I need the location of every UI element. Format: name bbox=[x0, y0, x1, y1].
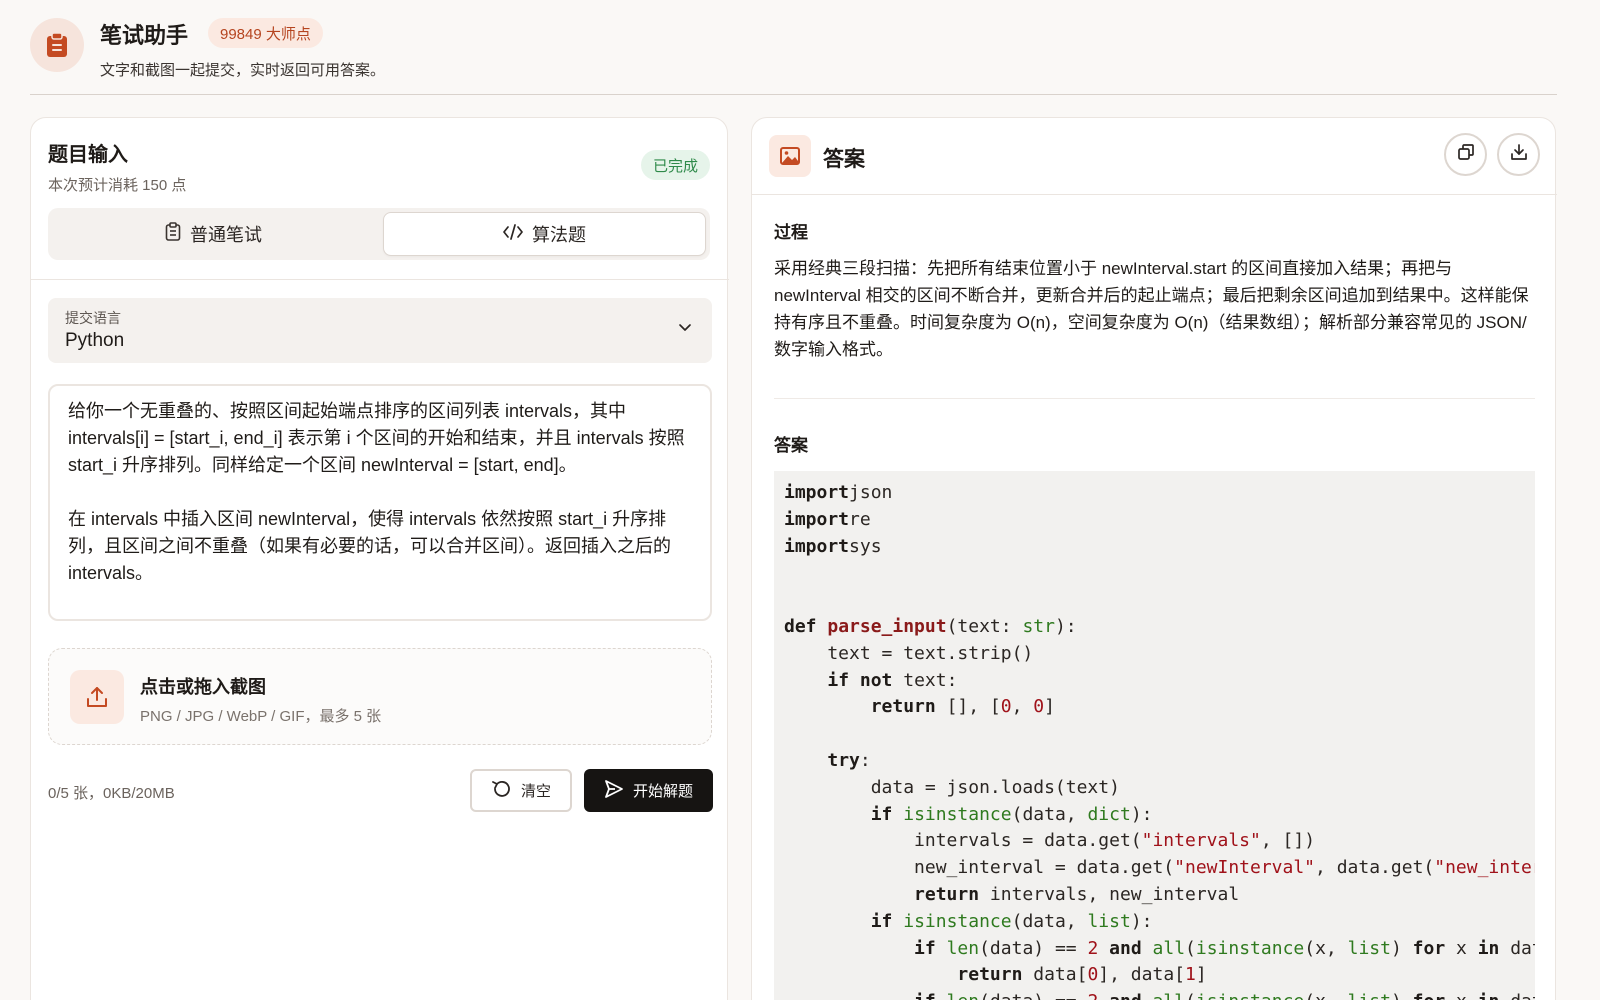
answer-panel: 答案 过程 采用经典三段扫描：先把所有结束位置小于 newInterval.st… bbox=[751, 117, 1557, 1000]
clear-button[interactable]: 清空 bbox=[470, 769, 572, 812]
question-textarea[interactable]: 给你一个无重叠的、按照区间起始端点排序的区间列表 intervals，其中 in… bbox=[48, 384, 712, 621]
code-line: return data[0], data[1] bbox=[957, 964, 1207, 986]
code-line: if not text: bbox=[827, 669, 958, 691]
start-solve-button[interactable]: 开始解题 bbox=[584, 769, 713, 812]
cost-estimate: 本次预计消耗 150 点 bbox=[48, 177, 187, 194]
code-line: def parse_input(text: str): bbox=[784, 615, 1077, 637]
clear-button-label: 清空 bbox=[520, 783, 551, 800]
tab-algorithm[interactable]: 算法题 bbox=[383, 212, 706, 256]
question-input-panel: 题目输入 本次预计消耗 150 点 已完成 普通笔试 算法题 提交语言 Pyth… bbox=[30, 117, 729, 1000]
tab-divider bbox=[31, 279, 729, 280]
language-select[interactable]: 提交语言 Python bbox=[48, 298, 712, 363]
download-button[interactable] bbox=[1497, 133, 1540, 176]
copy-button[interactable] bbox=[1444, 133, 1487, 176]
code-line: intervals = data.get("intervals", []) bbox=[784, 830, 1316, 852]
tab-written-test[interactable]: 普通笔试 bbox=[52, 212, 375, 256]
panel-title: 题目输入 bbox=[48, 144, 128, 166]
code-line: data = json.loads(text) bbox=[784, 776, 1120, 798]
code-icon bbox=[503, 223, 523, 245]
code-line: if isinstance(data, dict): bbox=[870, 803, 1153, 825]
tab-label: 普通笔试 bbox=[190, 225, 262, 245]
mode-tabs: 普通笔试 算法题 bbox=[48, 208, 710, 260]
download-icon bbox=[1510, 143, 1528, 166]
start-solve-label: 开始解题 bbox=[632, 783, 693, 800]
app-subtitle: 文字和截图一起提交，实时返回可用答案。 bbox=[100, 62, 386, 79]
copy-icon bbox=[1457, 143, 1475, 166]
chevron-down-icon bbox=[678, 320, 692, 339]
answer-title: 答案 bbox=[823, 148, 865, 171]
image-icon bbox=[769, 135, 811, 177]
code-line: if isinstance(data, list): bbox=[870, 910, 1153, 932]
section-divider bbox=[774, 398, 1535, 399]
answer-section-label: 答案 bbox=[774, 436, 808, 455]
process-label: 过程 bbox=[774, 223, 808, 242]
screenshot-upload-zone[interactable]: 点击或拖入截图 PNG / JPG / WebP / GIF，最多 5 张 bbox=[48, 648, 712, 745]
tab-label: 算法题 bbox=[532, 225, 586, 245]
upload-hint: PNG / JPG / WebP / GIF，最多 5 张 bbox=[140, 708, 382, 725]
code-line: if len(data) == 2 and all(isinstance(x, … bbox=[784, 989, 1535, 1000]
code-line: importjson bbox=[784, 482, 893, 503]
app-logo-icon bbox=[30, 18, 84, 72]
code-line: text = text.strip() bbox=[784, 642, 1034, 664]
language-select-label: 提交语言 bbox=[65, 310, 121, 326]
answer-header-divider bbox=[752, 194, 1557, 195]
app-title: 笔试助手 bbox=[100, 23, 189, 48]
code-line: importsys bbox=[784, 535, 882, 557]
language-select-value: Python bbox=[65, 330, 125, 351]
code-line: new_interval = data.get("newInterval", d… bbox=[784, 857, 1535, 879]
process-text: 采用经典三段扫描：先把所有结束位置小于 newInterval.start 的区… bbox=[774, 259, 1529, 359]
upload-icon bbox=[70, 670, 124, 724]
code-line: return intervals, new_interval bbox=[914, 883, 1240, 905]
code-line: importre bbox=[784, 508, 871, 530]
status-badge: 已完成 bbox=[640, 150, 710, 180]
code-line: try: bbox=[827, 749, 871, 771]
send-icon bbox=[604, 779, 624, 803]
clipboard-icon bbox=[165, 222, 181, 246]
reset-icon bbox=[491, 780, 511, 802]
code-line: if len(data) == 2 and all(isinstance(x, … bbox=[914, 937, 1535, 959]
answer-code-block[interactable]: importjson importre importsys def parse_in… bbox=[774, 471, 1535, 1000]
points-badge: 99849 大师点 bbox=[208, 18, 323, 48]
upload-title: 点击或拖入截图 bbox=[140, 677, 266, 697]
header-divider bbox=[30, 94, 1557, 95]
code-line: return [], [0, 0] bbox=[870, 696, 1055, 718]
upload-quota: 0/5 张，0KB/20MB bbox=[48, 785, 175, 802]
app-header: 笔试助手 99849 大师点 文字和截图一起提交，实时返回可用答案。 bbox=[0, 0, 1600, 96]
